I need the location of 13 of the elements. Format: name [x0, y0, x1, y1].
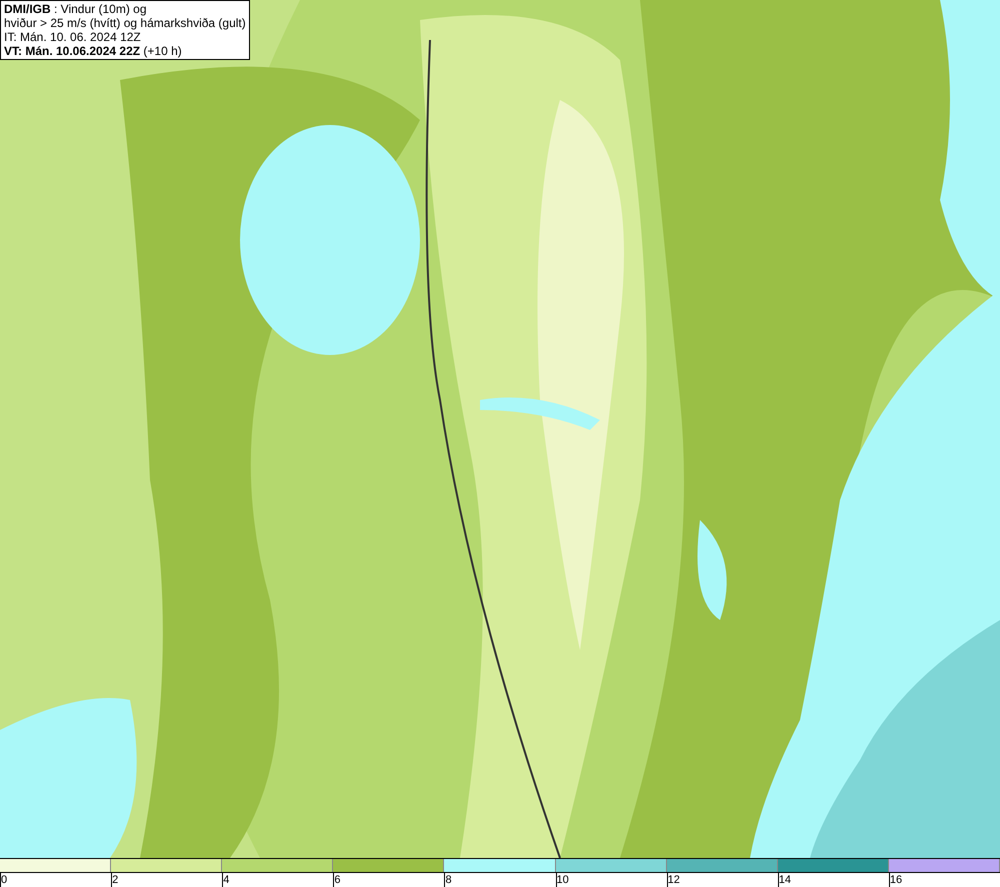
legend-label: 16	[890, 874, 902, 886]
legend-label: 12	[668, 874, 680, 886]
legend-label: 8	[445, 874, 452, 886]
legend-label: 10	[556, 874, 569, 886]
issue-time: IT: Mán. 10. 06. 2024 12Z	[4, 30, 142, 44]
legend-label: 4	[223, 874, 230, 886]
legend-label: 14	[778, 874, 792, 886]
legend-label: 6	[334, 874, 340, 886]
chart-subtitle: hviður > 25 m/s (hvítt) og hámarkshviða (gult)	[4, 16, 246, 30]
chart-title: DMI/IGB : Vindur (10m) og	[4, 2, 148, 16]
legend-label: 2	[112, 874, 118, 886]
valid-time: VT: Mán. 10.06.2024 22Z (+10 h)	[4, 44, 183, 58]
legend-label: 0	[1, 874, 8, 886]
